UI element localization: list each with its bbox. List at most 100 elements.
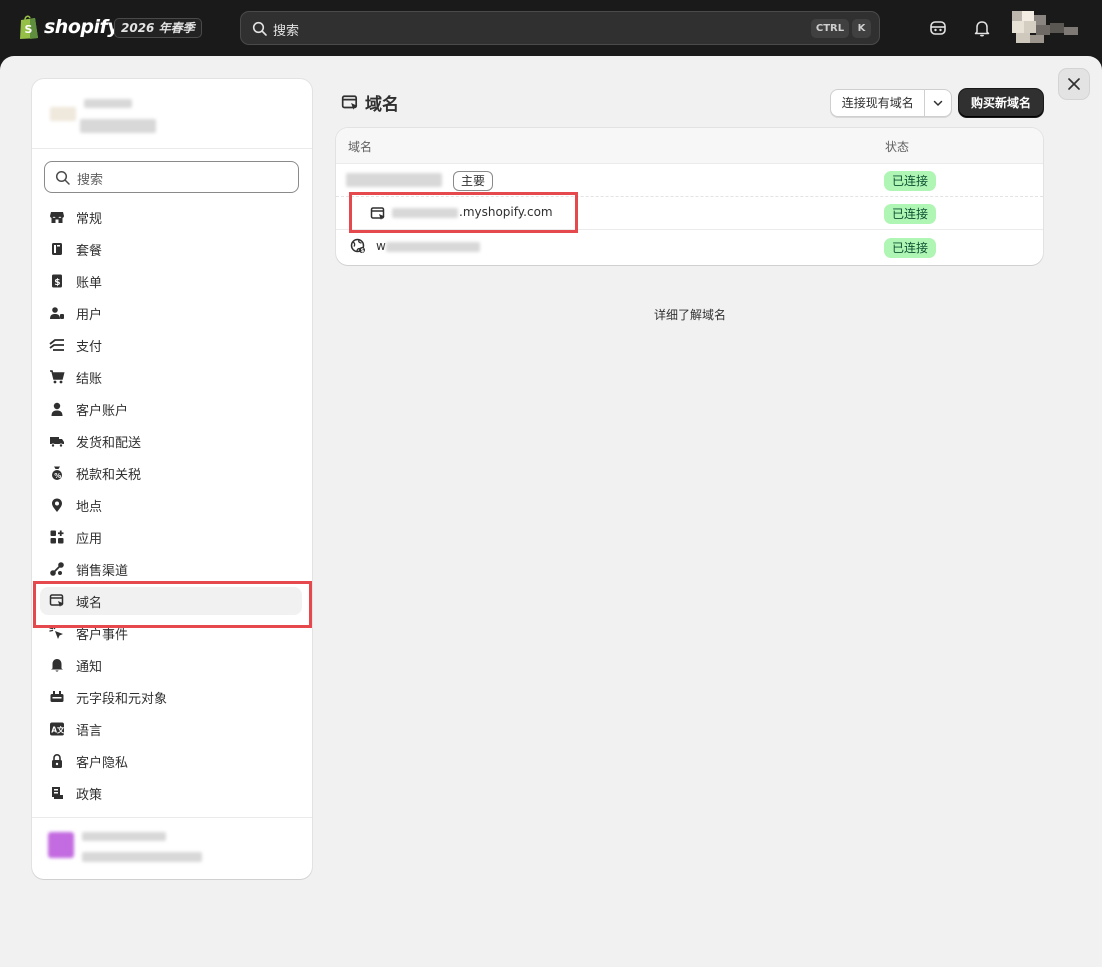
edition-badge[interactable]: 2026 年春季 <box>114 18 202 38</box>
sidebar-item-label: 元字段和元对象 <box>76 691 168 707</box>
sidebar-item-label: 客户账户 <box>76 403 129 419</box>
store-header[interactable] <box>32 79 312 149</box>
channels-icon <box>48 560 66 578</box>
connect-dropdown-button[interactable] <box>925 90 951 116</box>
truck-icon <box>48 432 66 450</box>
logo-text: shopify <box>44 16 120 38</box>
table-header: 域名 状态 <box>336 128 1043 164</box>
page-header: 域名 <box>341 90 399 115</box>
sidebar-item-languages[interactable]: A文 语言 <box>40 715 302 743</box>
settings-sidebar: 搜索 常规 套餐 $ 账单 用户 支付 结账 客户账户 发货和配送 % 税款和关… <box>32 79 312 879</box>
lock-icon <box>48 752 66 770</box>
table-row[interactable]: $ w 已连接 <box>336 231 1043 264</box>
close-button[interactable] <box>1058 68 1090 100</box>
domains-icon <box>341 94 358 110</box>
billing-icon: $ <box>48 272 66 290</box>
person-icon <box>48 400 66 418</box>
payments-icon <box>48 336 66 354</box>
sidebar-item-label: 客户隐私 <box>76 755 129 771</box>
status-badge: 已连接 <box>884 238 937 258</box>
sidebar-item-shipping[interactable]: 发货和配送 <box>40 427 302 455</box>
sidebar-item-label: 应用 <box>76 531 103 547</box>
sidebar-item-policies[interactable]: 政策 <box>40 779 302 807</box>
shopify-logo[interactable]: S shopify <box>18 14 120 40</box>
status-badge: 已连接 <box>884 204 937 224</box>
sidebar-item-sales-channels[interactable]: 销售渠道 <box>40 555 302 583</box>
sidebar-item-notifications[interactable]: 通知 <box>40 651 302 679</box>
sidebar-item-label: 通知 <box>76 659 103 675</box>
close-icon <box>1068 78 1080 90</box>
sidebar-item-label: 销售渠道 <box>76 563 129 579</box>
connect-domain-button-group: 连接现有域名 <box>830 89 952 117</box>
globe-icon: $ <box>350 238 365 254</box>
sidebar-item-label: 税款和关税 <box>76 467 142 483</box>
search-icon <box>55 170 70 185</box>
sidebar-item-customer-accounts[interactable]: 客户账户 <box>40 395 302 423</box>
chevron-down-icon <box>933 100 943 107</box>
store-footer[interactable] <box>32 817 312 879</box>
users-icon <box>48 304 66 322</box>
settings-search-placeholder: 搜索 <box>77 173 104 188</box>
shortcut-ctrl-key: CTRL <box>811 19 849 38</box>
sidebar-item-taxes[interactable]: % 税款和关税 <box>40 459 302 487</box>
domain-link[interactable]: w <box>376 239 386 253</box>
settings-panel: 搜索 常规 套餐 $ 账单 用户 支付 结账 客户账户 发货和配送 % 税款和关… <box>0 56 1102 967</box>
primary-badge: 主要 <box>453 171 494 191</box>
sidebar-item-label: 政策 <box>76 787 103 803</box>
sidebar-item-label: 语言 <box>76 723 103 739</box>
sidebar-item-label: 套餐 <box>76 243 103 259</box>
column-header-status: 状态 <box>885 140 910 154</box>
status-badge: 已连接 <box>884 171 937 191</box>
svg-text:$: $ <box>54 278 60 288</box>
sidebar-item-label: 用户 <box>76 307 103 323</box>
bell-icon[interactable] <box>972 18 992 38</box>
sidebar-item-payments[interactable]: 支付 <box>40 331 302 359</box>
global-search-input[interactable]: 搜索 CTRL K <box>240 11 880 45</box>
sidebar-item-label: 支付 <box>76 339 103 355</box>
sidebar-item-metafields[interactable]: 元字段和元对象 <box>40 683 302 711</box>
sidebar-item-general[interactable]: 常规 <box>40 203 302 231</box>
policy-icon <box>48 784 66 802</box>
shopify-bag-icon: S <box>20 15 38 39</box>
highlight-box-sidebar-domains <box>33 581 312 628</box>
column-header-domain: 域名 <box>348 140 373 154</box>
buy-new-domain-button[interactable]: 购买新域名 <box>959 89 1043 117</box>
svg-text:A文: A文 <box>51 725 65 735</box>
connect-existing-domain-button[interactable]: 连接现有域名 <box>831 90 926 116</box>
shortcut-k-key: K <box>852 19 871 38</box>
search-placeholder: 搜索 <box>273 24 300 39</box>
sidebar-item-customer-privacy[interactable]: 客户隐私 <box>40 747 302 775</box>
tax-icon: % <box>48 464 66 482</box>
highlight-box-domain-row <box>349 192 578 233</box>
store-chat-icon[interactable] <box>928 18 948 38</box>
svg-text:$: $ <box>361 248 365 254</box>
location-icon <box>48 496 66 514</box>
sidebar-item-locations[interactable]: 地点 <box>40 491 302 519</box>
cart-icon <box>48 368 66 386</box>
settings-search-input[interactable]: 搜索 <box>44 161 299 193</box>
svg-text:%: % <box>54 472 61 480</box>
page-title: 域名 <box>365 95 399 115</box>
sidebar-item-checkout[interactable]: 结账 <box>40 363 302 391</box>
svg-text:S: S <box>25 23 33 36</box>
metafields-icon <box>48 688 66 706</box>
sidebar-item-billing[interactable]: $ 账单 <box>40 267 302 295</box>
learn-more-domains-link[interactable]: 详细了解域名 <box>654 306 726 323</box>
plan-icon <box>48 240 66 258</box>
sidebar-item-label: 发货和配送 <box>76 435 142 451</box>
sidebar-item-label: 结账 <box>76 371 103 387</box>
bell-icon <box>48 656 66 674</box>
sidebar-item-label: 账单 <box>76 275 103 291</box>
sidebar-item-plan[interactable]: 套餐 <box>40 235 302 263</box>
search-icon <box>252 21 267 36</box>
store-icon <box>48 208 66 226</box>
sidebar-item-users[interactable]: 用户 <box>40 299 302 327</box>
settings-nav: 常规 套餐 $ 账单 用户 支付 结账 客户账户 发货和配送 % 税款和关税 地… <box>40 203 302 811</box>
language-icon: A文 <box>48 720 66 738</box>
sidebar-item-label: 常规 <box>76 211 103 227</box>
top-bar: S shopify 2026 年春季 搜索 CTRL K <box>0 0 1102 56</box>
apps-icon <box>48 528 66 546</box>
sidebar-item-label: 地点 <box>76 499 103 515</box>
account-avatar[interactable] <box>1010 9 1092 45</box>
sidebar-item-apps[interactable]: 应用 <box>40 523 302 551</box>
